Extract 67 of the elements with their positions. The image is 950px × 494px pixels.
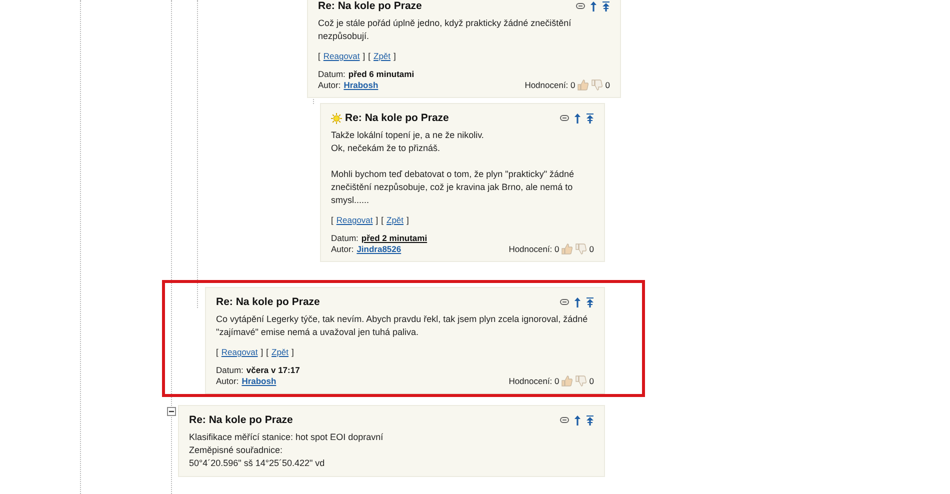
link-icon[interactable] [560, 417, 569, 423]
action-link[interactable]: Reagovat [323, 51, 360, 61]
post-text: 50°4´20.596" sš 14°25´50.422" vd [189, 457, 326, 470]
action-link[interactable]: Reagovat [221, 347, 258, 357]
author-link[interactable]: Hrabosh [242, 376, 276, 387]
link-icon[interactable] [560, 299, 569, 305]
bracket-text: ] [376, 215, 378, 225]
link-icon[interactable] [576, 3, 585, 9]
rating-label: Hodnocení: 0 [524, 80, 576, 90]
author-label: Autor: [318, 80, 341, 91]
action-link[interactable]: Zpět [386, 215, 404, 225]
link-icon[interactable] [560, 115, 569, 121]
action-link[interactable]: Zpět [272, 347, 289, 357]
post-text: Takže lokální topení je, a ne že nikoliv. [331, 129, 485, 142]
bracket-text: [ [331, 215, 334, 225]
thumbs-up-icon[interactable] [577, 79, 590, 91]
bracket-text: [ [318, 51, 320, 61]
author-link[interactable]: Hrabosh [344, 80, 378, 91]
dislike-count: 0 [589, 244, 594, 254]
post-title: Re: Na kole po Praze [345, 112, 449, 124]
thumbs-down-icon[interactable] [575, 243, 588, 255]
top-arrow-icon[interactable] [602, 0, 610, 12]
bracket-text: ] [406, 215, 409, 225]
bracket-text: ] [362, 51, 366, 61]
bracket-text: [ [368, 51, 371, 61]
post-text: Ok, nečekám že to přiznáš. [331, 142, 442, 155]
post-title: Re: Na kole po Praze [216, 296, 320, 308]
top-arrow-icon[interactable] [586, 112, 594, 124]
thumbs-down-icon[interactable] [591, 79, 604, 91]
rating-label: Hodnocení: 0 [508, 376, 560, 386]
author-label: Autor: [331, 244, 354, 255]
bracket-text: [ [381, 215, 384, 225]
post-text: Mohli bychom teď debatovat o tom, že plyn "prakticky" žádné znečištění nezpůsobuje, což je kravina jak Brno, ale nemá to smysl...... [331, 168, 576, 207]
thumbs-up-icon[interactable] [561, 375, 574, 387]
bracket-text: ] [394, 51, 396, 61]
rating-label: Hodnocení: 0 [508, 244, 560, 254]
post-text: Klasifikace měřící stanice: hot spot EOI dopravní [189, 431, 384, 444]
date-value: před 6 minutami [348, 69, 414, 80]
date-label: Datum: [318, 69, 346, 80]
date-value: včera v 17:17 [246, 365, 300, 376]
post-text: Což je stále pořád úplně jedno, když prakticky žádné znečištění nezpůsobují. [318, 17, 572, 43]
up-arrow-icon[interactable] [574, 112, 581, 124]
bracket-text: [ [266, 347, 269, 357]
dislike-count: 0 [589, 376, 594, 386]
post-text: Co vytápění Legerky týče, tak nevím. Abych pravdu řekl, tak jsem plyn zcela ignoroval, žádné "zajímavé" emise nemá a uvažoval jen tuhá paliva. [216, 313, 589, 339]
thumbs-down-icon[interactable] [575, 375, 588, 387]
bracket-text: [ [216, 347, 218, 357]
up-arrow-icon[interactable] [590, 0, 597, 12]
thumbs-up-icon[interactable] [561, 243, 574, 255]
collapse-icon[interactable] [167, 407, 176, 416]
author-link[interactable]: Jindra8526 [356, 244, 402, 255]
post-title: Re: Na kole po Praze [318, 0, 422, 12]
author-label: Autor: [216, 376, 239, 387]
top-arrow-icon[interactable] [586, 414, 594, 426]
action-link[interactable]: Zpět [374, 51, 391, 61]
bracket-text: ] [292, 347, 294, 357]
post-text: Zeměpisné souřadnice: [189, 444, 284, 457]
post-title: Re: Na kole po Praze [189, 414, 293, 426]
date-label: Datum: [331, 233, 358, 244]
bracket-text: ] [260, 347, 264, 357]
up-arrow-icon[interactable] [574, 414, 581, 426]
top-arrow-icon[interactable] [586, 296, 594, 308]
dislike-count: 0 [605, 80, 610, 90]
date-value[interactable]: před 2 minutami [361, 233, 428, 244]
up-arrow-icon[interactable] [574, 296, 581, 308]
action-link[interactable]: Reagovat [336, 215, 373, 225]
date-label: Datum: [216, 365, 244, 376]
